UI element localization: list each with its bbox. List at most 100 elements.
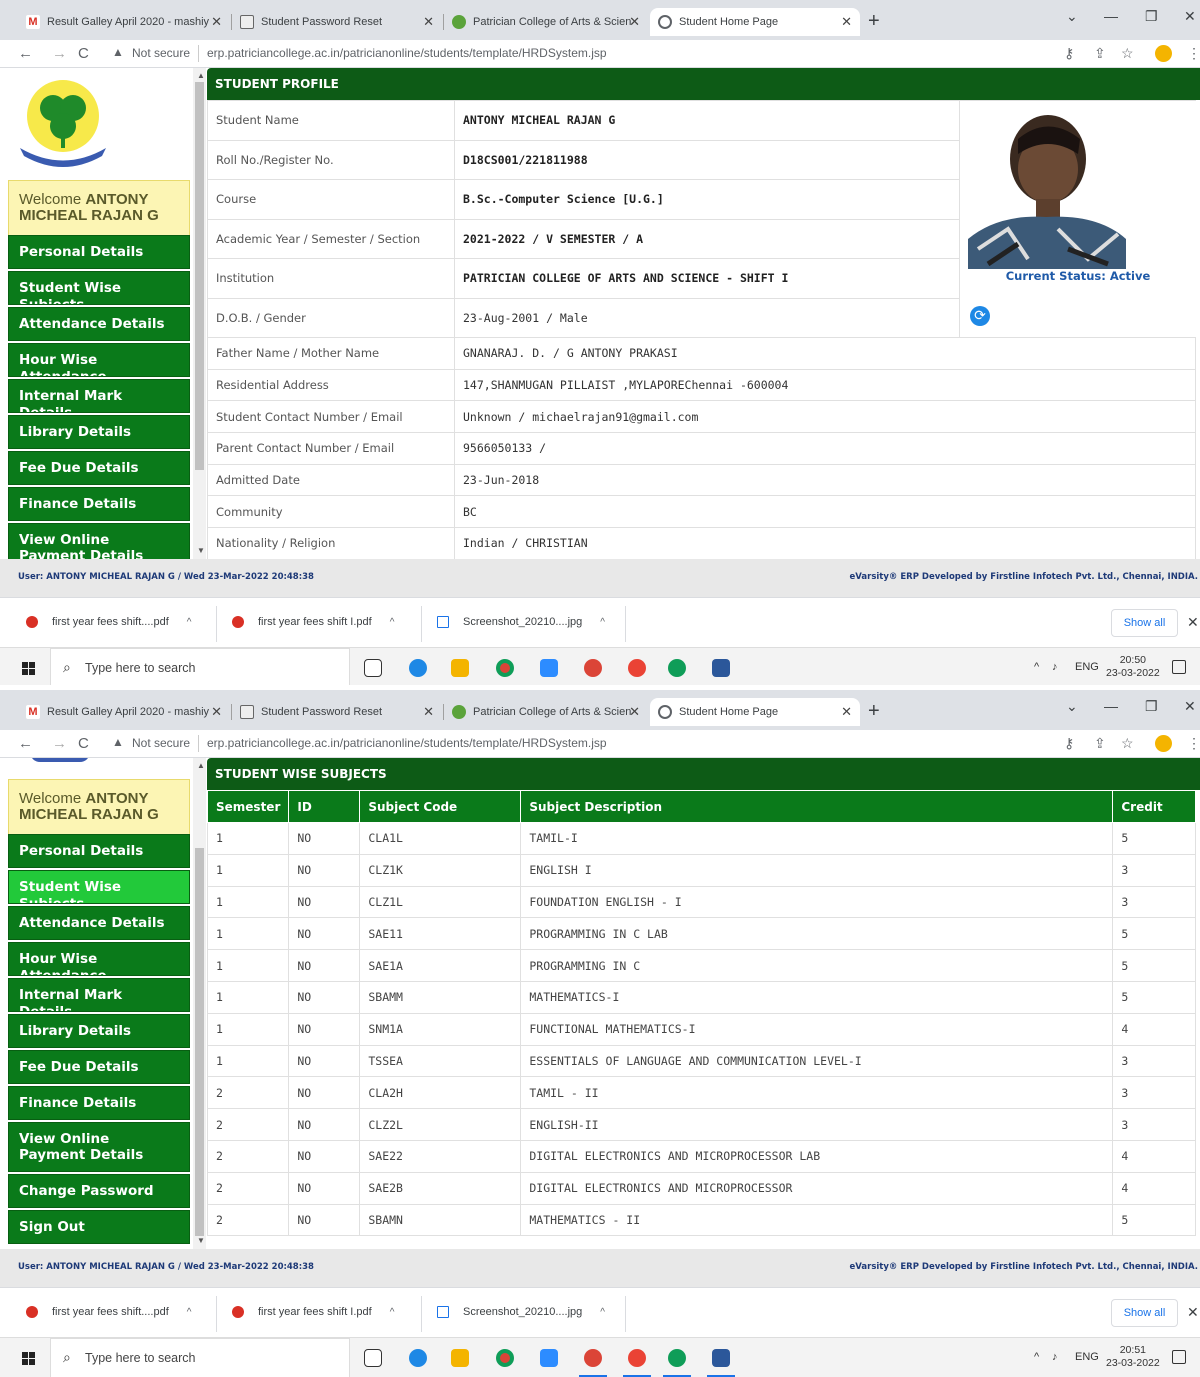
new-tab-icon[interactable]: +: [868, 10, 880, 33]
chrome-icon[interactable]: [496, 659, 514, 677]
chrome-profile-icon[interactable]: [628, 659, 646, 677]
tab-student-home[interactable]: Student Home Page ✕: [650, 698, 860, 726]
file-explorer-icon[interactable]: [451, 1349, 469, 1367]
chevron-up-icon[interactable]: ^: [187, 617, 192, 628]
download-item[interactable]: Screenshot_20210....jpg ^: [437, 616, 605, 628]
download-item[interactable]: first year fees shift I.pdf ^: [232, 1306, 394, 1318]
close-icon[interactable]: ✕: [211, 14, 222, 30]
sidebar-item-online-payment[interactable]: View Online Payment Details: [8, 523, 190, 559]
share-icon[interactable]: ⇪: [1094, 45, 1106, 62]
tab-result-galley[interactable]: M Result Galley April 2020 - mashiy ✕: [18, 698, 230, 726]
sidebar-item-attendance-details[interactable]: Attendance Details: [8, 906, 190, 940]
close-icon[interactable]: ✕: [1187, 1304, 1199, 1321]
windows-start-icon[interactable]: [22, 662, 35, 675]
taskbar-search-input[interactable]: ⌕ Type here to search: [50, 1338, 350, 1377]
tab-password-reset[interactable]: Student Password Reset ✕: [232, 698, 442, 726]
sidebar-item-library-details[interactable]: Library Details: [8, 415, 190, 449]
show-all-button[interactable]: Show all: [1111, 1299, 1178, 1327]
sidebar-item-hour-wise-attendance[interactable]: Hour Wise Attendance: [8, 942, 190, 976]
close-icon[interactable]: ✕: [1187, 614, 1199, 631]
clock[interactable]: 20:51 23-03-2022: [1106, 1344, 1160, 1370]
task-view-icon[interactable]: [364, 1349, 382, 1367]
chrome-profile-icon[interactable]: [584, 659, 602, 677]
chevron-up-icon[interactable]: ^: [390, 1307, 395, 1318]
scroll-down-icon[interactable]: ▼: [197, 546, 205, 555]
tab-password-reset[interactable]: Student Password Reset ✕: [232, 8, 442, 36]
scroll-up-icon[interactable]: ▲: [197, 71, 205, 80]
chrome-profile-icon[interactable]: [628, 1349, 646, 1367]
download-item[interactable]: Screenshot_20210....jpg ^: [437, 1306, 605, 1318]
share-icon[interactable]: ⇪: [1094, 735, 1106, 752]
sidebar-item-online-payment[interactable]: View Online Payment Details: [8, 1122, 190, 1172]
key-icon[interactable]: ⚷: [1064, 45, 1074, 62]
menu-kebab-icon[interactable]: ⋮: [1187, 735, 1200, 752]
not-secure-label[interactable]: Not secure: [132, 736, 190, 750]
scrollbar-thumb[interactable]: [195, 848, 204, 1236]
tab-result-galley[interactable]: M Result Galley April 2020 - mashiy ✕: [18, 8, 230, 36]
windows-start-icon[interactable]: [22, 1352, 35, 1365]
chrome-profile-icon[interactable]: [584, 1349, 602, 1367]
sidebar-item-student-wise-subjects[interactable]: Student Wise Subjects: [8, 870, 190, 904]
close-icon[interactable]: ✕: [629, 704, 640, 720]
reload-icon[interactable]: C: [78, 735, 89, 752]
url-field[interactable]: erp.patriciancollege.ac.in/patricianonli…: [207, 46, 607, 60]
chrome-profile-icon[interactable]: [668, 659, 686, 677]
forward-icon[interactable]: →: [52, 45, 67, 62]
sidebar-item-hour-wise-attendance[interactable]: Hour Wise Attendance: [8, 343, 190, 377]
language-indicator[interactable]: ENG: [1075, 661, 1099, 673]
sidebar-item-personal-details[interactable]: Personal Details: [8, 834, 190, 868]
menu-kebab-icon[interactable]: ⋮: [1187, 45, 1200, 62]
download-item[interactable]: first year fees shift....pdf ^: [26, 1306, 191, 1318]
zoom-icon[interactable]: [540, 659, 558, 677]
scroll-up-icon[interactable]: ▲: [197, 761, 205, 770]
sidebar-item-internal-mark-details[interactable]: Internal Mark Details: [8, 978, 190, 1012]
close-icon[interactable]: ✕: [423, 14, 434, 30]
star-icon[interactable]: ☆: [1121, 45, 1134, 62]
sidebar-item-student-wise-subjects[interactable]: Student Wise Subjects: [8, 271, 190, 305]
task-view-icon[interactable]: [364, 659, 382, 677]
tab-student-home[interactable]: Student Home Page ✕: [650, 8, 860, 36]
sidebar-item-attendance-details[interactable]: Attendance Details: [8, 307, 190, 341]
taskbar-search-input[interactable]: ⌕ Type here to search: [50, 648, 350, 687]
close-window-icon[interactable]: ✕: [1184, 8, 1196, 25]
sidebar-item-change-password[interactable]: Change Password: [8, 1174, 190, 1208]
sidebar-item-fee-due-details[interactable]: Fee Due Details: [8, 1050, 190, 1084]
word-icon[interactable]: [712, 1349, 730, 1367]
profile-avatar[interactable]: [1155, 45, 1172, 62]
url-field[interactable]: erp.patriciancollege.ac.in/patricianonli…: [207, 736, 607, 750]
language-indicator[interactable]: ENG: [1075, 1351, 1099, 1363]
back-icon[interactable]: ←: [18, 45, 33, 62]
notification-icon[interactable]: [1172, 660, 1186, 674]
word-icon[interactable]: [712, 659, 730, 677]
show-all-button[interactable]: Show all: [1111, 609, 1178, 637]
refresh-icon[interactable]: ⟳: [970, 306, 990, 326]
sidebar-item-library-details[interactable]: Library Details: [8, 1014, 190, 1048]
file-explorer-icon[interactable]: [451, 659, 469, 677]
tab-patrician[interactable]: Patrician College of Arts & Scien ✕: [444, 698, 648, 726]
close-icon[interactable]: ✕: [841, 704, 852, 720]
chevron-up-icon[interactable]: ^: [187, 1307, 192, 1318]
notification-icon[interactable]: [1172, 1350, 1186, 1364]
sidebar-item-finance-details[interactable]: Finance Details: [8, 487, 190, 521]
tab-search-icon[interactable]: ⌄: [1066, 8, 1078, 25]
restore-icon[interactable]: ❐: [1145, 8, 1158, 25]
tray-chevron-icon[interactable]: ^: [1034, 661, 1039, 673]
scroll-down-icon[interactable]: ▼: [197, 1236, 205, 1245]
close-icon[interactable]: ✕: [423, 704, 434, 720]
close-window-icon[interactable]: ✕: [1184, 698, 1196, 715]
chevron-up-icon[interactable]: ^: [600, 1307, 605, 1318]
close-icon[interactable]: ✕: [629, 14, 640, 30]
close-icon[interactable]: ✕: [841, 14, 852, 30]
volume-icon[interactable]: ♪: [1052, 661, 1058, 673]
sidebar-item-fee-due-details[interactable]: Fee Due Details: [8, 451, 190, 485]
chrome-icon[interactable]: [496, 1349, 514, 1367]
new-tab-icon[interactable]: +: [868, 700, 880, 723]
tab-patrician[interactable]: Patrician College of Arts & Scien ✕: [444, 8, 648, 36]
zoom-icon[interactable]: [540, 1349, 558, 1367]
download-item[interactable]: first year fees shift....pdf ^: [26, 616, 191, 628]
restore-icon[interactable]: ❐: [1145, 698, 1158, 715]
edge-icon[interactable]: [409, 659, 427, 677]
sidebar-item-sign-out[interactable]: Sign Out: [8, 1210, 190, 1244]
chevron-up-icon[interactable]: ^: [600, 617, 605, 628]
tray-chevron-icon[interactable]: ^: [1034, 1351, 1039, 1363]
